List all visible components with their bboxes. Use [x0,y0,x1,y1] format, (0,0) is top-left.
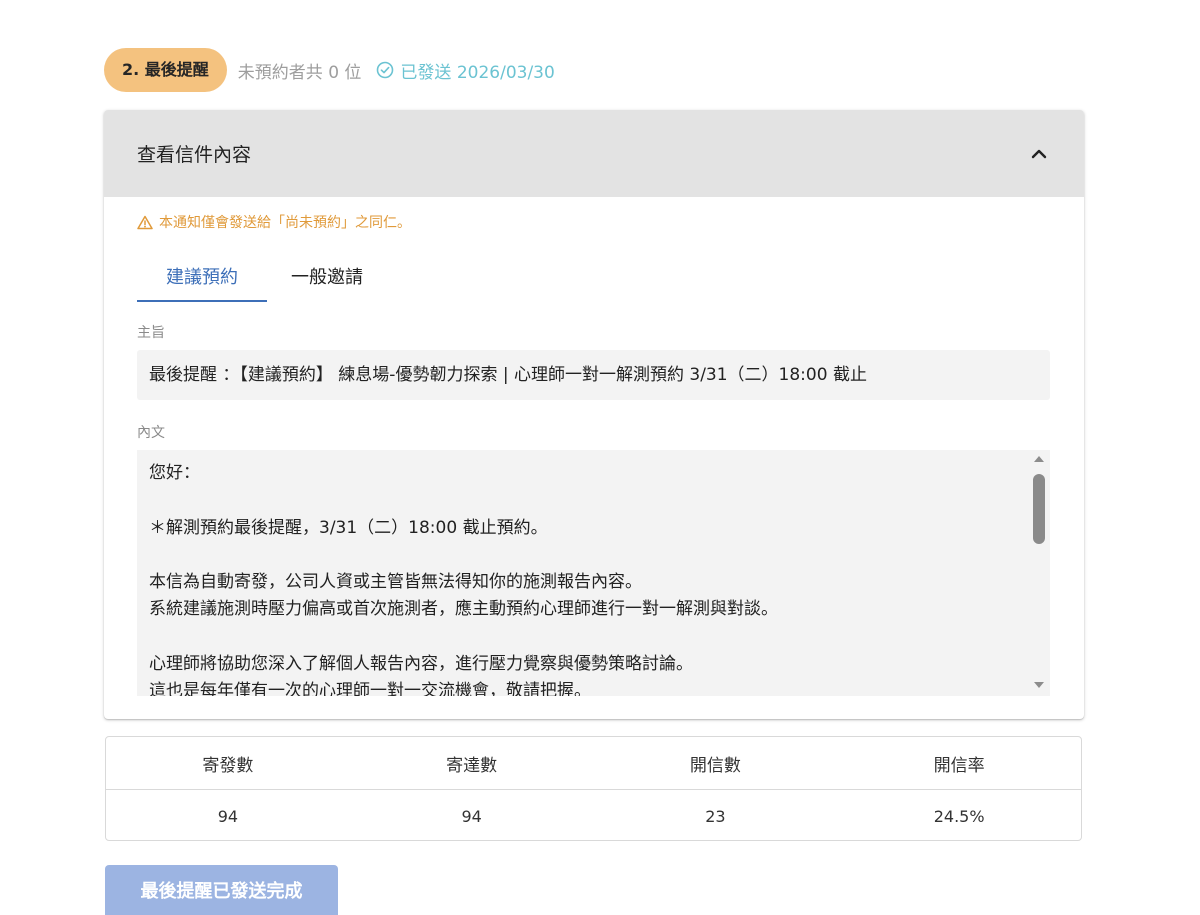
tab-suggested-booking[interactable]: 建議預約 [137,258,267,302]
stats-header-sent: 寄發數 [202,755,254,776]
subject-field[interactable]: 最後提醒 ：【建議預約】 練息場-優勢韌力探索 | 心理師一對一解測預約 3/3… [137,350,1050,400]
scroll-thumb[interactable] [1033,474,1045,544]
scroll-down-arrow-icon[interactable] [1034,682,1044,688]
stats-header-opened: 開信數 [689,755,741,776]
body-scrollbar[interactable] [1029,452,1049,696]
stats-value-delivered: 94 [461,806,482,826]
stats-value-open-rate: 24.5% [933,806,985,826]
body-line: 這也是每年僅有一次的心理師一對一交流機會，敬請把握。 [149,681,591,696]
body-line: 心理師將協助您深入了解個人報告內容，進行壓力覺察與優勢策略討論。 [149,654,693,675]
subject-label: 主旨 [137,325,165,341]
stats-header-open-rate: 開信率 [933,755,985,776]
body-line: ＊解測預約最後提醒，3/31（二）18:00 截止預約。 [149,517,548,538]
stats-table: 寄發數 寄達數 開信數 開信率 94 94 23 24.5% [105,736,1082,841]
email-content-header[interactable]: 查看信件內容 [104,110,1084,197]
sent-date-text: 已發送 2026/03/30 [400,62,555,83]
stats-value-sent: 94 [217,806,239,826]
stats-header-row: 寄發數 寄達數 開信數 開信率 [106,737,1081,789]
email-tabs: 建議預約 一般邀請 [137,258,363,302]
body-line: 本信為自動寄發，公司人資或主管皆無法得知你的施測報告內容。 [149,572,642,593]
body-line [149,624,1010,651]
reminder-sent-button[interactable]: 最後提醒已發送完成 [105,865,338,915]
scroll-up-arrow-icon[interactable] [1034,456,1044,462]
sent-status: 已發送 2026/03/30 [376,58,555,83]
body-line [149,542,1010,569]
body-line: 您好： [149,463,200,483]
body-textarea[interactable]: 您好： ＊解測預約最後提醒，3/31（二）18:00 截止預約。 本信為自動寄發… [137,450,1050,696]
body-line: 系統建議施測時壓力偏高或首次施測者，應主動預約心理師進行一對一解測與對談。 [149,599,778,620]
body-line [149,487,1010,514]
stats-header-delivered: 寄達數 [446,755,498,776]
step-badge: 2. 最後提醒 [104,48,227,92]
tab-general-invitation[interactable]: 一般邀請 [267,258,363,302]
stats-value-opened: 23 [705,806,726,826]
check-circle-icon [377,61,394,79]
pending-count: 未預約者共 0 位 [237,62,362,83]
stats-value-row: 94 94 23 24.5% [106,789,1081,842]
chevron-up-icon[interactable] [1030,148,1048,160]
warning-icon [137,215,153,229]
body-label: 內文 [137,425,165,441]
panel-title: 查看信件內容 [137,144,252,166]
warning-notice: 本通知僅會發送給「尚未預約」之同仁。 [137,212,411,232]
warning-text: 本通知僅會發送給「尚未預約」之同仁。 [159,215,411,231]
email-content-panel: 查看信件內容 本通知僅會發送給「尚未預約」之同仁。 建議預約 一般邀請 主旨 最… [104,110,1084,719]
step-status-row: 2. 最後提醒 未預約者共 0 位 已發送 2026/03/30 [104,48,555,92]
